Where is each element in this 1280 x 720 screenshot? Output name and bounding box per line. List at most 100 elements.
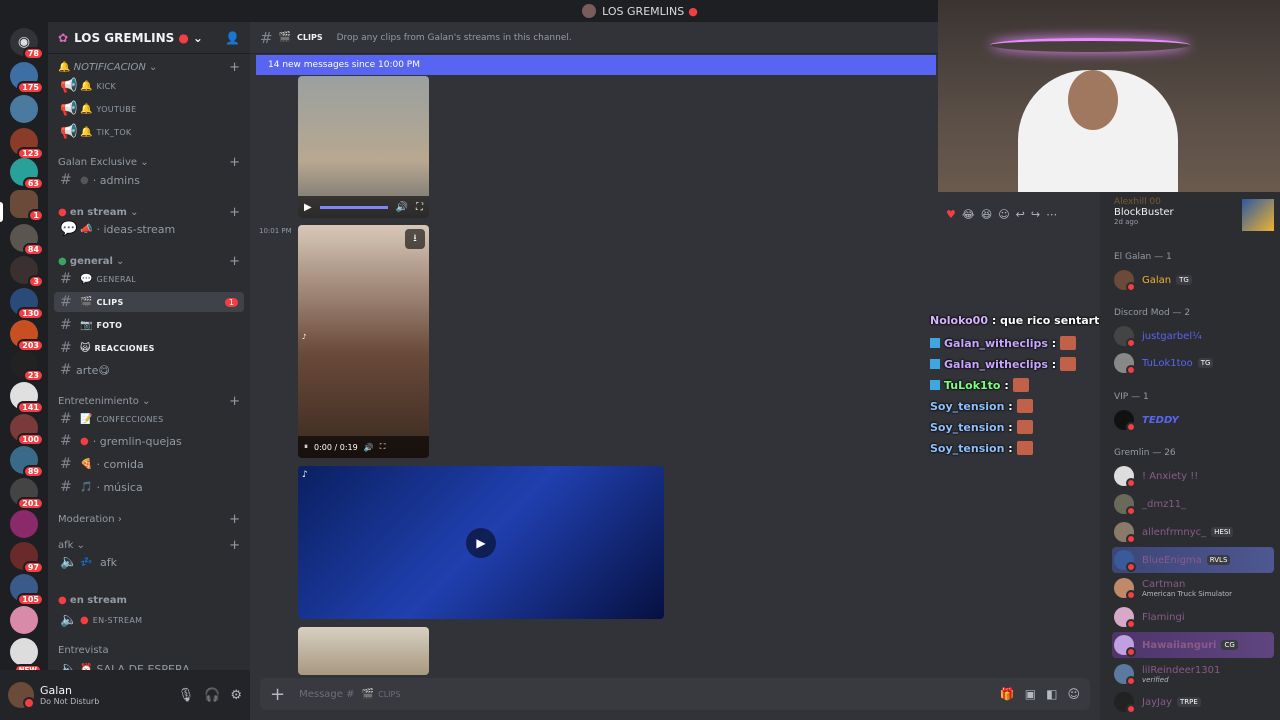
heart-reaction-icon[interactable]: ♥: [946, 208, 956, 221]
server-icon-10[interactable]: 23: [10, 350, 44, 382]
category-afk[interactable]: afk ⌄ +: [58, 538, 240, 553]
member-galan[interactable]: Galan TG: [1114, 270, 1192, 292]
server-badge: 84: [22, 243, 44, 256]
gif-icon[interactable]: ▣: [1025, 687, 1036, 701]
add-channel-icon[interactable]: +: [229, 394, 240, 409]
video-attachment-3[interactable]: ♪ ▶: [298, 466, 664, 619]
channel-reacciones[interactable]: # 🙀 REACCIONES: [54, 338, 244, 358]
volume-icon[interactable]: 🔊: [396, 202, 408, 213]
play-icon[interactable]: ▶: [466, 528, 496, 558]
channel-ideas-stream[interactable]: 💬 📣 · ideas-stream: [54, 219, 244, 239]
member-anxiety[interactable]: ! Anxiety !!: [1114, 466, 1198, 488]
gift-icon[interactable]: 🎁: [1000, 687, 1015, 701]
add-member-icon[interactable]: 👤: [225, 31, 240, 45]
server-icon-13[interactable]: 89: [10, 446, 44, 478]
member-blueenigma[interactable]: BlueEnigma RVLS: [1114, 550, 1231, 572]
category-entretenimiento[interactable]: Entretenimiento ⌄ +: [58, 394, 240, 409]
member-tulok1too[interactable]: TuLok1too TG: [1114, 353, 1214, 375]
channel-admins[interactable]: # ● · admins: [54, 170, 244, 190]
category-moderation[interactable]: Moderation › +: [58, 512, 240, 527]
forward-icon[interactable]: ↪: [1031, 208, 1040, 221]
voice-channel-afk[interactable]: 🔈 💤 afk: [54, 552, 244, 572]
reply-icon[interactable]: ↩: [1016, 208, 1025, 221]
more-icon[interactable]: ⋯: [1046, 208, 1057, 221]
fullscreen-icon[interactable]: ⛶: [380, 442, 386, 452]
headphones-icon[interactable]: 🎧: [204, 688, 220, 703]
channel-musica[interactable]: # 🎵 · música: [54, 477, 244, 497]
member-flamingi[interactable]: Flamingi: [1114, 607, 1185, 629]
voice-channel-en-stream[interactable]: 🔈 ● EN-STREAM: [54, 610, 244, 630]
server-icon-19[interactable]: NEW: [10, 638, 42, 676]
category-galan-exclusive[interactable]: Galan Exclusive ⌄ +: [58, 155, 240, 170]
add-reaction-icon[interactable]: ☺: [998, 208, 1009, 221]
category-en-stream[interactable]: ● en stream ⌄ +: [58, 205, 240, 220]
server-icon-14[interactable]: 201: [10, 478, 44, 510]
server-icon-2[interactable]: [10, 95, 38, 123]
channel-foto[interactable]: # 📷 FOTO: [54, 315, 244, 335]
joy-reaction-icon[interactable]: 😆: [981, 208, 992, 221]
channel-gremlin-quejas[interactable]: # ● · gremlin-quejas: [54, 431, 244, 451]
add-channel-icon[interactable]: +: [229, 512, 240, 527]
server-icon-18[interactable]: [10, 606, 38, 634]
server-icon-3[interactable]: 123: [10, 128, 44, 160]
channel-confecciones[interactable]: # 📝 CONFECCIONES: [54, 409, 244, 429]
channel-tiktok[interactable]: 📢 🔔 TIK_TOK: [54, 122, 244, 142]
server-icon-1[interactable]: 175: [10, 62, 44, 94]
server-icon-16[interactable]: 97: [10, 542, 44, 574]
category-en-stream-2[interactable]: ● en stream: [58, 595, 240, 606]
add-channel-icon[interactable]: +: [229, 538, 240, 553]
add-channel-icon[interactable]: +: [229, 60, 240, 75]
add-attachment-icon[interactable]: +: [270, 684, 285, 705]
member-lilreindeer[interactable]: lilReindeer1301 verified: [1114, 664, 1220, 686]
member-justgarbel[interactable]: justgarbel¼: [1114, 326, 1202, 348]
volume-icon[interactable]: 🔊: [364, 443, 374, 452]
laugh-reaction-icon[interactable]: 😂: [962, 208, 975, 221]
activity-card[interactable]: Alexhill 00 BlockBuster 2d ago: [1114, 197, 1274, 237]
category-general[interactable]: ● general ⌄ +: [58, 254, 240, 269]
server-icon-8[interactable]: 130: [10, 288, 44, 320]
discord-home-icon[interactable]: ◉ 78: [10, 28, 44, 60]
category-entrevista[interactable]: Entrevista: [58, 645, 240, 656]
video-attachment-1[interactable]: ▶ 🔊 ⛶: [298, 76, 429, 218]
member-hawaiianguri[interactable]: Hawaiianguri CG: [1114, 635, 1238, 657]
server-header[interactable]: ✿ LOS GREMLINS ● ⌄ 👤: [48, 22, 250, 54]
server-icon-15[interactable]: [10, 510, 38, 538]
channel-clips[interactable]: # 🎬 CLIPS 1: [54, 292, 244, 312]
microphone-icon[interactable]: 🎙: [178, 688, 195, 703]
channel-arte[interactable]: # arte 😋: [54, 360, 244, 380]
server-icon-4[interactable]: 63: [10, 158, 44, 190]
server-icon-11[interactable]: 141: [10, 382, 44, 414]
member-jayjay[interactable]: JayJay TRPE: [1114, 692, 1201, 714]
server-icon-6[interactable]: 84: [10, 224, 44, 256]
pause-icon[interactable]: ⏸: [304, 442, 308, 452]
member-teddy[interactable]: TEDDY: [1114, 410, 1179, 432]
category-notificacion[interactable]: 🔔 NOTIFICACION ⌄ +: [58, 60, 240, 75]
member-allenfrmnyc[interactable]: allenfrmnyc_ HESI: [1114, 522, 1234, 544]
play-icon[interactable]: ▶: [304, 202, 312, 213]
new-messages-bar[interactable]: 14 new messages since 10:00 PM: [256, 55, 936, 75]
channel-youtube[interactable]: 📢 🔔 YOUTUBE: [54, 99, 244, 119]
member-dmz11[interactable]: _dmz11_: [1114, 494, 1186, 516]
channel-general[interactable]: # 💬 GENERAL: [54, 269, 244, 289]
emoji-icon[interactable]: ☺: [1067, 687, 1080, 701]
server-icon-17[interactable]: 105: [10, 574, 44, 606]
server-icon-5[interactable]: 1: [10, 190, 44, 222]
message-composer[interactable]: + Message # 🎬 CLIPS 🎁 ▣ ◧ ☺: [260, 678, 1090, 710]
progress-bar[interactable]: [319, 205, 388, 209]
add-channel-icon[interactable]: +: [229, 205, 240, 220]
fullscreen-icon[interactable]: ⛶: [416, 202, 423, 213]
server-icon-12[interactable]: 100: [10, 414, 44, 446]
server-icon-9[interactable]: 203: [10, 320, 44, 352]
server-icon-7[interactable]: 3: [10, 256, 44, 288]
avatar[interactable]: [8, 682, 35, 709]
channel-kick[interactable]: 📢 🔔 KICK: [54, 76, 244, 96]
gear-icon[interactable]: ⚙: [230, 688, 242, 703]
add-channel-icon[interactable]: +: [229, 155, 240, 170]
channel-comida[interactable]: # 🍕 · comida: [54, 454, 244, 474]
sticker-icon[interactable]: ◧: [1046, 687, 1057, 701]
video-attachment-2[interactable]: ⭳ ♪ ⏸ 0:00 / 0:19 🔊 ⛶: [298, 225, 429, 458]
add-channel-icon[interactable]: +: [229, 254, 240, 269]
video-attachment-4[interactable]: [298, 627, 429, 675]
member-cartman[interactable]: Cartman American Truck Simulator: [1114, 578, 1232, 600]
download-icon[interactable]: ⭳: [405, 229, 425, 249]
